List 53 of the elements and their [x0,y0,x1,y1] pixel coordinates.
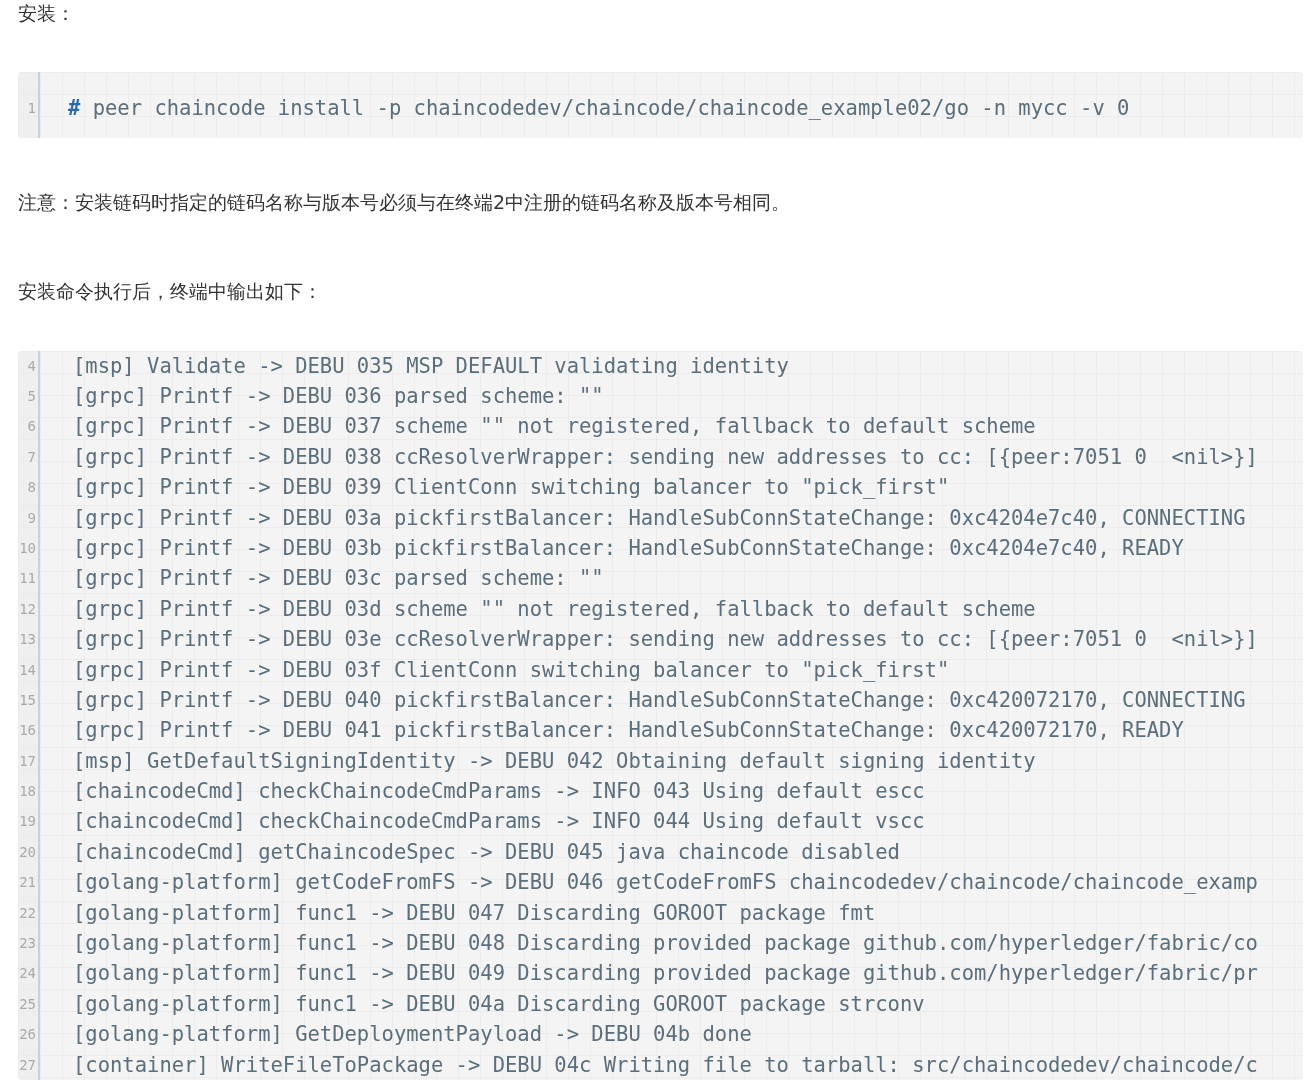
line-number: 19 [18,812,37,832]
code-line: [msp] GetDefaultSigningIdentity -> DEBU 042 Obtaining default signing identity [73,747,1037,775]
code-line: # peer chaincode install -p chaincodedev/chaincode/chaincode_example02/go -n mycc -v 0 [68,95,1130,122]
line-number: 6 [26,417,37,437]
code-line: [grpc] Printf -> DEBU 038 ccResolverWrapper: sending new addresses to cc: [{peer:7051 0 <nil>}] [73,443,1258,471]
line-number: 17 [18,751,37,771]
line-number: 21 [18,873,37,893]
line-number: 10 [18,538,37,558]
code-line: [golang-platform] GetDeploymentPayload -> DEBU 04b done [73,1021,753,1049]
code-line: [grpc] Printf -> DEBU 03c parsed scheme: "" [73,565,605,593]
code-line: [golang-platform] getCodeFromFS -> DEBU 046 getCodeFromFS chaincodedev/chaincode/chaincode_examp [73,869,1258,897]
code-line: [chaincodeCmd] checkChaincodeCmdParams -> INFO 043 Using default escc [73,778,926,806]
code-line: [msp] Validate -> DEBU 035 MSP DEFAULT validating identity [73,352,790,380]
code-line: [golang-platform] func1 -> DEBU 047 Discarding GOROOT package fmt [73,899,877,927]
code-line: [container] WriteFileToPackage -> DEBU 04c Writing file to tarball: src/chaincodedev/chaincode/c [73,1051,1258,1079]
line-number: 23 [18,934,37,954]
line-number: 9 [26,508,37,528]
line-number: 11 [18,569,37,589]
line-number: 22 [18,903,37,923]
line-number: 14 [18,660,37,680]
line-number: 5 [26,387,37,406]
line-number: 27 [18,1055,37,1075]
note-text: 注意：安装链码时指定的链码名称与版本号必须与在终端2中注册的链码名称及版本号相同。 [18,189,792,215]
line-number: 4 [26,356,37,376]
code-line: [grpc] Printf -> DEBU 03d scheme "" not registered, fallback to default scheme [73,595,1037,623]
code-line: [grpc] Printf -> DEBU 041 pickfirstBalancer: HandleSubConnStateChange: 0xc420072170, READY [73,717,1185,745]
code-line: [grpc] Printf -> DEBU 03e ccResolverWrapper: sending new addresses to cc: [{peer:7051 0 <nil>}] [73,626,1258,654]
line-number: 25 [18,994,37,1014]
line-number: 13 [18,630,37,650]
code-line: [golang-platform] func1 -> DEBU 049 Discarding provided package github.com/hyperledger/fabric/pr [73,960,1258,988]
line-number: 15 [18,690,37,710]
line-number: 18 [18,782,37,802]
code-line: [chaincodeCmd] checkChaincodeCmdParams -> INFO 044 Using default vscc [73,808,926,836]
line-number: 24 [18,964,37,984]
line-number: 16 [18,721,37,741]
code-line: [grpc] Printf -> DEBU 03f ClientConn switching balancer to "pick_first" [73,656,951,684]
line-number: 7 [26,447,37,467]
line-number: 8 [26,478,37,498]
line-number: 20 [18,842,37,862]
code-line: [grpc] Printf -> DEBU 037 scheme "" not registered, fallback to default scheme [73,413,1037,441]
code-line: [grpc] Printf -> DEBU 036 parsed scheme: "" [73,383,605,410]
code-line: [golang-platform] func1 -> DEBU 04a Discarding GOROOT package strconv [73,990,926,1018]
line-number: 26 [18,1025,37,1045]
code-line: [grpc] Printf -> DEBU 03a pickfirstBalancer: HandleSubConnStateChange: 0xc4204e7c40, CONNECTING [73,504,1247,532]
code-line: [golang-platform] func1 -> DEBU 048 Discarding provided package github.com/hyperledger/fabric/co [73,930,1258,958]
output-intro-text: 安装命令执行后，终端中输出如下： [18,278,323,304]
code-line: [chaincodeCmd] getChaincodeSpec -> DEBU 045 java chaincode disabled [73,838,901,866]
line-number: 1 [26,99,37,118]
section-heading: 安装： [18,1,76,26]
line-number: 12 [18,599,37,619]
code-line: [grpc] Printf -> DEBU 03b pickfirstBalancer: HandleSubConnStateChange: 0xc4204e7c40, READY [73,534,1185,562]
code-line: [grpc] Printf -> DEBU 039 ClientConn switching balancer to "pick_first" [73,474,951,502]
code-line: [grpc] Printf -> DEBU 040 pickfirstBalancer: HandleSubConnStateChange: 0xc420072170, CONNECTING [73,686,1247,714]
